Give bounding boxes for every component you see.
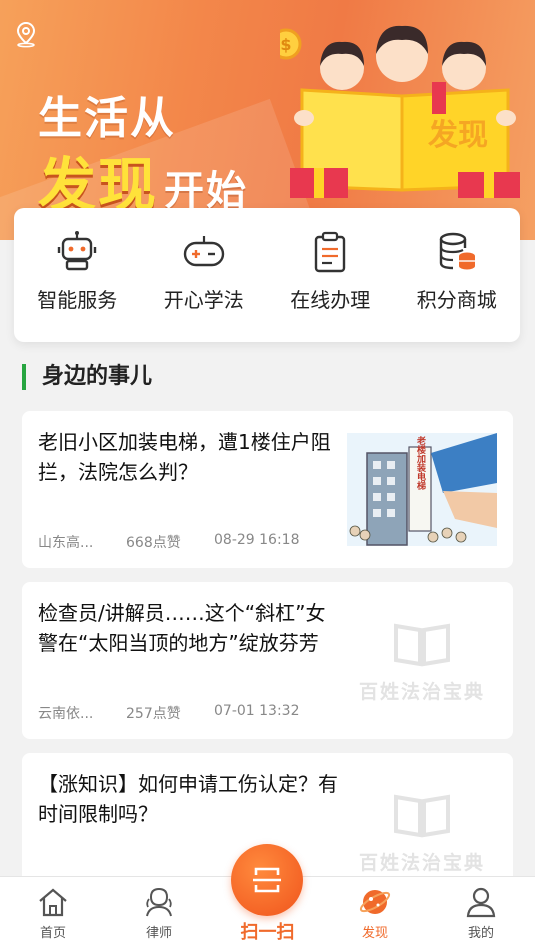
article-source: 山东高... (38, 535, 94, 551)
section-title: 身边的事儿 (22, 364, 152, 390)
coins-database-icon (439, 232, 475, 270)
banner-slogan-line1: 生活从 (38, 93, 176, 144)
article-card[interactable]: 老旧小区加装电梯，遭1楼住户阻拦，法院怎么判？ 山东高... 668点赞 08-… (22, 411, 513, 568)
service-label: 积分商城 (416, 288, 497, 312)
article-title: 【涨知识】如何申请工伤认定？有时间限制吗？ (38, 772, 338, 826)
article-time: 08-29 16:18 (214, 532, 300, 548)
article-likes: 257点赞 (126, 706, 181, 722)
clipboard-icon (315, 231, 346, 273)
service-label: 在线办理 (290, 288, 371, 312)
service-smart[interactable]: 智能服务 (14, 208, 141, 342)
svg-text:$: $ (280, 35, 291, 54)
scan-label[interactable]: 扫一扫 (241, 918, 295, 944)
lawyer-icon (146, 887, 172, 917)
scan-button[interactable] (231, 844, 303, 916)
book-label: 发现 (427, 118, 488, 153)
scan-icon (253, 867, 281, 893)
service-grid: 智能服务 开心学法 在线办理 积分商城 (14, 208, 520, 342)
article-time: 07-01 13:32 (214, 703, 300, 719)
thumb-label: 老楼加装电梯 (415, 435, 427, 491)
placeholder-text: 百姓法治宝典 (358, 852, 485, 874)
service-label: 开心学法 (163, 288, 244, 312)
article-card[interactable]: 检查员/讲解员……这个“斜杠”女警在“太阳当顶的地方”绽放芬芳 云南依... 2… (22, 582, 513, 739)
discover-banner[interactable]: 生活从 发现 开始 $ 发现 (0, 0, 535, 240)
scan-label-wrap: 扫一扫 (0, 918, 535, 944)
location-pin-icon[interactable] (12, 20, 40, 48)
article-meta: 山东高... 668点赞 08-29 16:18 (38, 532, 299, 552)
service-online-process[interactable]: 在线办理 (267, 208, 394, 342)
user-icon (466, 887, 496, 918)
article-source: 云南依... (38, 706, 94, 722)
article-thumbnail-placeholder: 百姓法治宝典 (347, 775, 497, 875)
article-likes: 668点赞 (126, 535, 181, 551)
open-book-icon (394, 623, 450, 667)
service-points-mall[interactable]: 积分商城 (394, 208, 521, 342)
article-thumbnail: 老楼加装电梯 (347, 433, 497, 546)
robot-icon (58, 231, 97, 271)
planet-icon (359, 890, 391, 914)
article-title: 检查员/讲解员……这个“斜杠”女警在“太阳当顶的地方”绽放芬芳 (38, 601, 326, 655)
article-meta: 云南依... 257点赞 07-01 13:32 (38, 703, 299, 723)
service-learn-law[interactable]: 开心学法 (141, 208, 268, 342)
gamepad-icon (183, 236, 224, 267)
open-book-icon (394, 794, 450, 838)
banner-illustration: $ 发现 (280, 25, 520, 198)
placeholder-text: 百姓法治宝典 (358, 681, 485, 703)
article-thumbnail-placeholder: 百姓法治宝典 (347, 604, 497, 704)
article-title: 老旧小区加装电梯，遭1楼住户阻拦，法院怎么判？ (38, 430, 331, 484)
service-label: 智能服务 (37, 288, 118, 312)
home-icon (39, 888, 67, 917)
